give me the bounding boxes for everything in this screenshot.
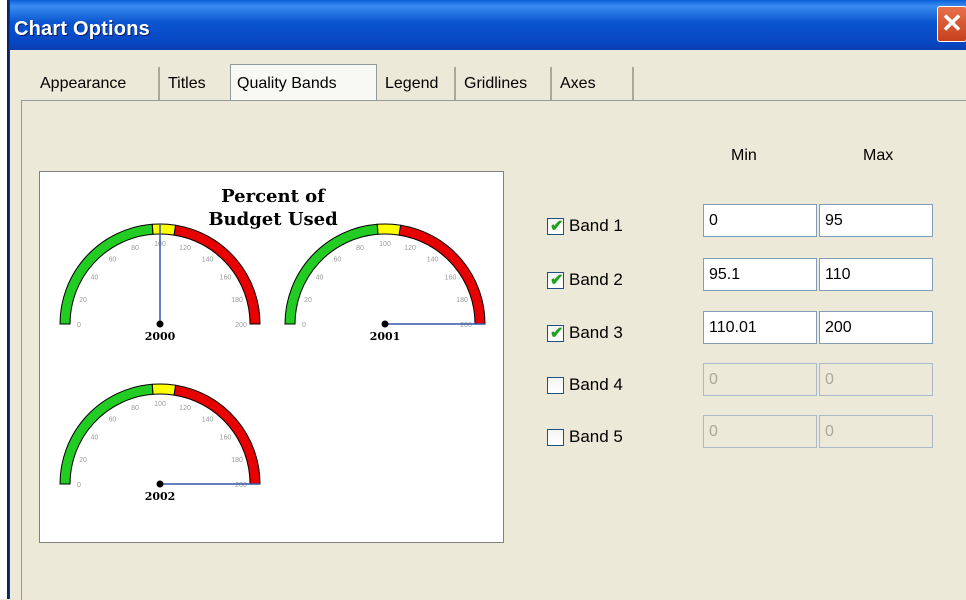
band-1-checkbox[interactable]: ✔ bbox=[547, 217, 564, 235]
gauge-tick-label: 20 bbox=[79, 457, 87, 464]
gauge-year-label: 2002 bbox=[145, 490, 176, 503]
band-4-min-input[interactable]: 0 bbox=[703, 363, 817, 396]
gauge-tick-label: 160 bbox=[220, 274, 232, 281]
band-1-checkbox-row[interactable]: ✔ Band 1 bbox=[547, 214, 623, 238]
band-5-label: Band 5 bbox=[569, 427, 623, 446]
gauge-tick-label: 200 bbox=[235, 322, 247, 329]
checkmark-icon: ✔ bbox=[550, 271, 564, 289]
band-3-max-input[interactable]: 200 bbox=[819, 311, 933, 344]
band-2-checkbox[interactable]: ✔ bbox=[547, 271, 564, 289]
band-5-checkbox-row[interactable]: Band 5 bbox=[547, 425, 623, 449]
gauge-band-arc bbox=[173, 384, 261, 485]
band-3-min-input[interactable]: 110.01 bbox=[703, 311, 817, 344]
gauge-tick-label: 140 bbox=[202, 256, 214, 263]
checkmark-icon: ✔ bbox=[550, 217, 564, 235]
min-column-header: Min bbox=[731, 147, 757, 164]
band-2-label: Band 2 bbox=[569, 270, 623, 289]
gauge-tick-label: 160 bbox=[445, 274, 457, 281]
gauge-tick-label: 180 bbox=[231, 297, 243, 304]
max-column-header: Max bbox=[863, 147, 894, 164]
band-5-checkbox[interactable] bbox=[547, 428, 564, 446]
band-2-checkbox-row[interactable]: ✔ Band 2 bbox=[547, 268, 623, 292]
tab-gridlines[interactable]: Gridlines bbox=[458, 67, 552, 100]
gauge-tick-label: 140 bbox=[427, 256, 439, 263]
gauge-tick-label: 100 bbox=[379, 241, 391, 248]
chart-preview: Percent of Budget Used 0 20 40 60 80 100 120 14… bbox=[39, 171, 504, 543]
gauge-tick-label: 120 bbox=[179, 245, 191, 252]
gauge-tick-label: 40 bbox=[91, 434, 99, 441]
band-4-label: Band 4 bbox=[569, 375, 623, 394]
gauge-tick-label: 0 bbox=[77, 482, 81, 489]
gauge-tick-label: 20 bbox=[79, 297, 87, 304]
preview-title-line1: Percent of bbox=[221, 186, 326, 207]
gauge-tick-label: 40 bbox=[91, 274, 99, 281]
gauge-tick-label: 200 bbox=[460, 322, 472, 329]
gauge-band-arc bbox=[59, 383, 154, 485]
band-2-max-input[interactable]: 110 bbox=[819, 258, 933, 291]
window-title: Chart Options bbox=[14, 18, 150, 40]
band-3-checkbox[interactable]: ✔ bbox=[547, 324, 564, 342]
gauge-band-arc bbox=[59, 223, 154, 325]
gauge-preview-graphic: Percent of Budget Used 0 20 40 60 80 100 120 14… bbox=[59, 186, 486, 503]
band-3-checkbox-row[interactable]: ✔ Band 3 bbox=[547, 321, 623, 345]
gauge-tick-label: 0 bbox=[77, 322, 81, 329]
band-1-min-input[interactable]: 0 bbox=[703, 204, 817, 237]
tab-titles[interactable]: Titles bbox=[162, 67, 228, 100]
gauge-tick-label: 120 bbox=[404, 245, 416, 252]
gauge-tick-label: 60 bbox=[333, 256, 341, 263]
band-1-label: Band 1 bbox=[569, 216, 623, 235]
gauge-year-label: 2001 bbox=[370, 330, 401, 343]
gauge-hub bbox=[381, 320, 389, 328]
band-3-label: Band 3 bbox=[569, 323, 623, 342]
gauge-tick-label: 60 bbox=[108, 416, 116, 423]
band-4-checkbox[interactable] bbox=[547, 376, 564, 394]
band-5-max-input[interactable]: 0 bbox=[819, 415, 933, 448]
gauge-tick-label: 180 bbox=[456, 297, 468, 304]
gauge-tick-label: 80 bbox=[356, 245, 364, 252]
gauge-band-arc bbox=[398, 224, 486, 325]
preview-title-line2: Budget Used bbox=[208, 209, 338, 230]
band-2-min-input[interactable]: 95.1 bbox=[703, 258, 817, 291]
tab-quality-bands[interactable]: Quality Bands bbox=[230, 64, 377, 101]
title-bar[interactable]: Chart Options ✕ bbox=[10, 0, 966, 50]
gauge-tick-label: 80 bbox=[131, 405, 139, 412]
gauge-tick-label: 60 bbox=[108, 256, 116, 263]
gauge-band-arc bbox=[173, 224, 261, 325]
gauge-tick-label: 100 bbox=[154, 401, 166, 408]
gauge-tick-label: 120 bbox=[179, 405, 191, 412]
gauge-tick-label: 160 bbox=[220, 434, 232, 441]
close-button[interactable]: ✕ bbox=[937, 6, 966, 42]
tab-appearance[interactable]: Appearance bbox=[34, 67, 160, 100]
gauge-tick-label: 0 bbox=[302, 322, 306, 329]
gauge-hub bbox=[156, 480, 164, 488]
tab-axes[interactable]: Axes bbox=[554, 67, 634, 100]
chart-options-dialog: Chart Options ✕ Appearance Titles Qualit… bbox=[9, 0, 966, 600]
gauge-tick-label: 20 bbox=[304, 297, 312, 304]
band-4-max-input[interactable]: 0 bbox=[819, 363, 933, 396]
band-4-checkbox-row[interactable]: Band 4 bbox=[547, 373, 623, 397]
tab-legend[interactable]: Legend bbox=[379, 67, 456, 100]
band-1-max-input[interactable]: 95 bbox=[819, 204, 933, 237]
checkmark-icon: ✔ bbox=[550, 324, 564, 342]
gauge-hub bbox=[156, 320, 164, 328]
gauge-band-arc bbox=[151, 383, 177, 396]
gauge-tick-label: 180 bbox=[231, 457, 243, 464]
gauge-band-arc bbox=[151, 223, 177, 236]
gauge-year-label: 2000 bbox=[145, 330, 176, 343]
gauge-tick-label: 40 bbox=[316, 274, 324, 281]
band-5-min-input[interactable]: 0 bbox=[703, 415, 817, 448]
gauge-tick-label: 80 bbox=[131, 245, 139, 252]
background-window-edge bbox=[0, 0, 9, 599]
gauge-band-arc bbox=[284, 223, 379, 325]
gauge-tick-label: 200 bbox=[235, 482, 247, 489]
gauge-tick-label: 140 bbox=[202, 416, 214, 423]
close-icon: ✕ bbox=[941, 8, 963, 38]
gauge-band-arc bbox=[376, 223, 402, 236]
